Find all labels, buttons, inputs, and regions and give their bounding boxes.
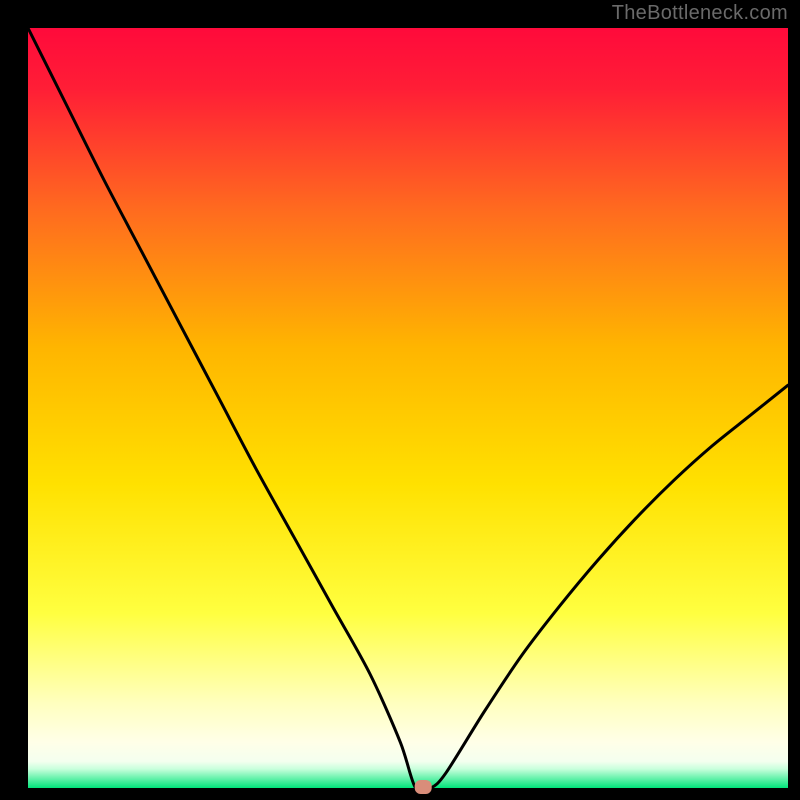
- plot-background: [28, 28, 788, 788]
- optimal-marker: [415, 780, 432, 794]
- chart-frame: TheBottleneck.com: [0, 0, 800, 800]
- bottleneck-chart: [0, 0, 800, 800]
- watermark-text: TheBottleneck.com: [612, 2, 788, 25]
